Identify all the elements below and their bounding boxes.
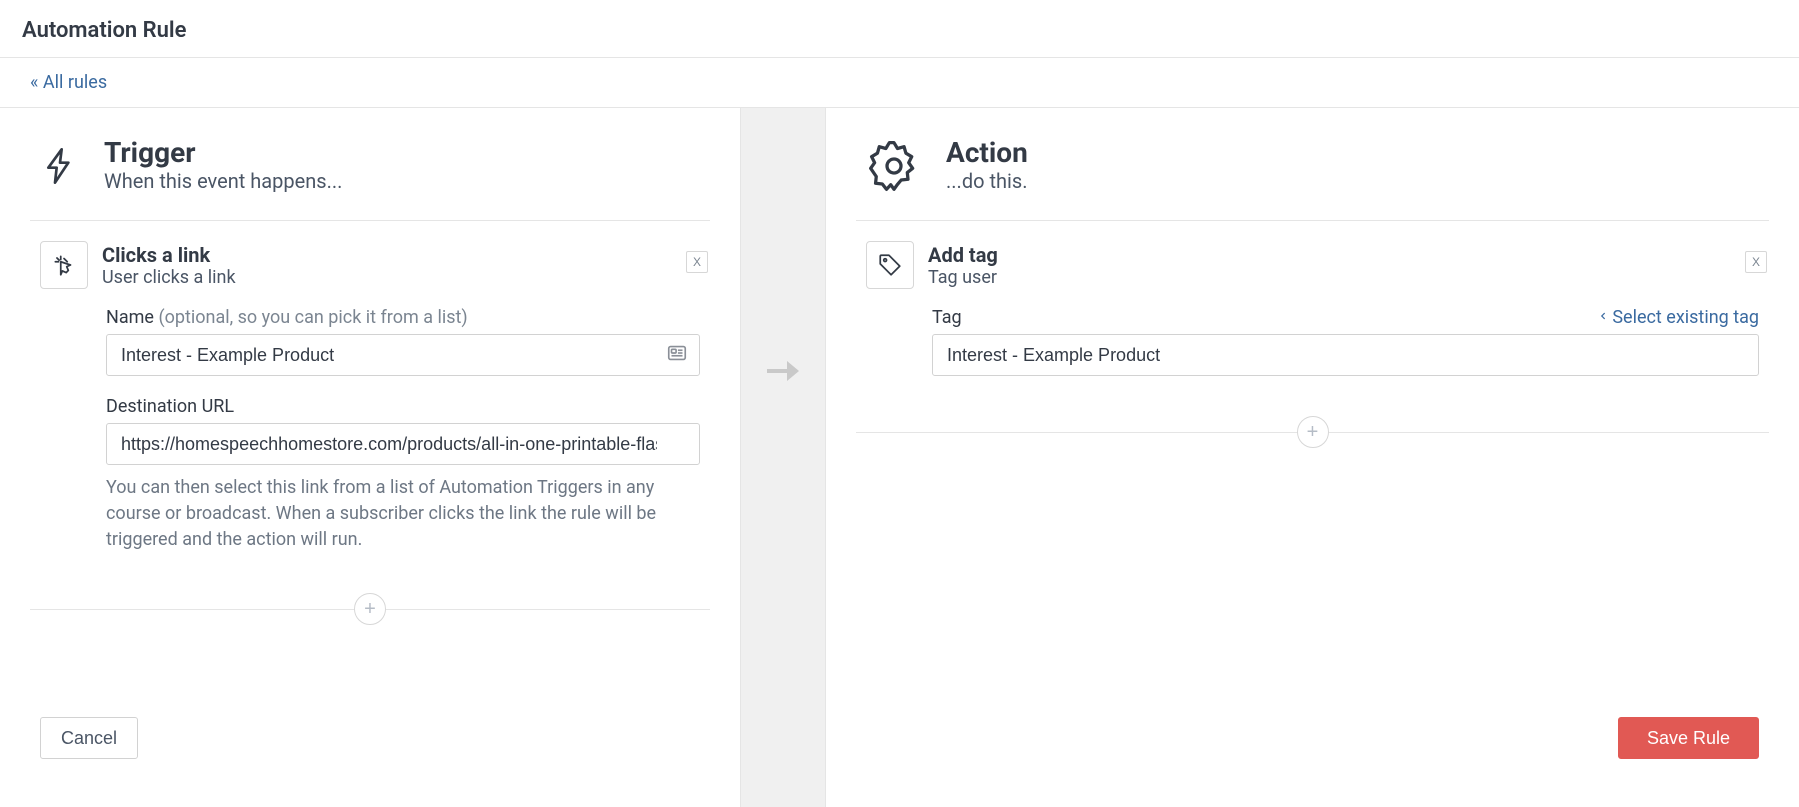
action-card: Add tag Tag user X Tag Selec	[856, 221, 1769, 406]
add-trigger-button[interactable]: +	[354, 593, 386, 625]
url-label: Destination URL	[106, 396, 234, 417]
back-link[interactable]: « All rules	[30, 72, 107, 93]
name-hint: (optional, so you can pick it from a lis…	[158, 307, 467, 328]
add-action-separator: +	[856, 416, 1769, 448]
titlebar: Automation Rule	[0, 0, 1799, 58]
breadcrumb-bar: « All rules	[0, 58, 1799, 108]
add-action-button[interactable]: +	[1297, 416, 1329, 448]
trigger-card: Clicks a link User clicks a link X Name …	[30, 221, 710, 583]
select-existing-tag-link[interactable]: Select existing tag	[1598, 307, 1759, 328]
trigger-pane: Trigger When this event happens... Click…	[0, 108, 740, 807]
action-header: Action ...do this.	[856, 130, 1769, 221]
trigger-card-title: Clicks a link	[102, 243, 236, 267]
tag-label: Tag	[932, 307, 962, 328]
trigger-help-text: You can then select this link from a lis…	[106, 475, 700, 553]
add-trigger-separator: +	[30, 593, 710, 625]
remove-action-button[interactable]: X	[1745, 251, 1767, 273]
destination-url-input[interactable]	[106, 423, 700, 465]
action-pane: Action ...do this. Add tag Tag user	[826, 108, 1799, 807]
trigger-subtitle: When this event happens...	[104, 169, 342, 193]
remove-trigger-button[interactable]: X	[686, 251, 708, 273]
gear-icon	[866, 138, 922, 198]
name-label-row: Name (optional, so you can pick it from …	[106, 307, 700, 328]
trigger-header: Trigger When this event happens...	[30, 130, 710, 221]
name-label: Name	[106, 307, 154, 328]
action-subtitle: ...do this.	[946, 169, 1028, 193]
trigger-card-subtitle: User clicks a link	[102, 267, 236, 288]
trigger-title: Trigger	[104, 138, 342, 167]
action-card-title: Add tag	[928, 243, 998, 267]
card-list-icon[interactable]	[666, 342, 688, 368]
action-title: Action	[946, 138, 1028, 167]
tag-icon	[866, 241, 914, 289]
lightning-icon	[40, 138, 80, 198]
arrow-right-icon	[759, 347, 807, 399]
page-title: Automation Rule	[22, 18, 1777, 43]
action-card-subtitle: Tag user	[928, 267, 998, 288]
chevron-left-icon	[1598, 307, 1608, 328]
tag-input[interactable]	[932, 334, 1759, 376]
trigger-name-input[interactable]	[106, 334, 700, 376]
pointer-click-icon	[40, 241, 88, 289]
